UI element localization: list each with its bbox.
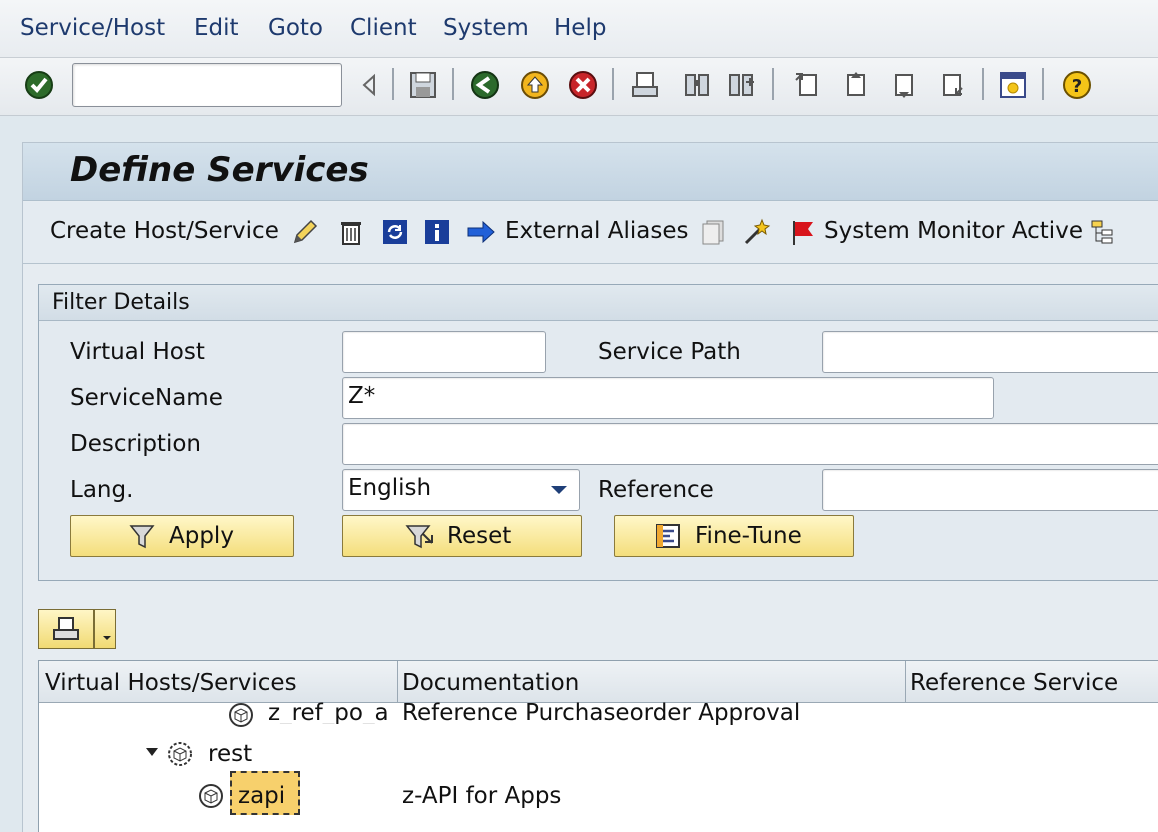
column-separator bbox=[397, 661, 398, 703]
help-icon[interactable]: ? bbox=[1060, 68, 1094, 102]
column-header-documentation[interactable]: Documentation bbox=[402, 670, 579, 696]
virtual-host-label: Virtual Host bbox=[70, 339, 205, 365]
tree-print-button[interactable] bbox=[38, 609, 94, 649]
description-field[interactable] bbox=[342, 423, 1158, 465]
column-separator bbox=[905, 661, 906, 703]
menu-help[interactable]: Help bbox=[554, 15, 606, 41]
create-host-service-button[interactable]: Create Host/Service bbox=[50, 218, 279, 244]
delete-trash-icon[interactable] bbox=[336, 217, 366, 247]
fine-tune-icon bbox=[653, 521, 683, 551]
page-title: Define Services bbox=[70, 150, 369, 190]
apply-button-label: Apply bbox=[169, 523, 234, 549]
tree-row-doc: Reference Purchaseorder Approval bbox=[402, 700, 801, 726]
folder-node-icon bbox=[166, 740, 194, 768]
menu-goto[interactable]: Goto bbox=[268, 15, 323, 41]
chevron-down-icon bbox=[551, 486, 567, 494]
previous-page-icon[interactable] bbox=[838, 68, 872, 102]
toolbar-separator bbox=[1042, 68, 1044, 100]
menu-edit[interactable]: Edit bbox=[194, 15, 239, 41]
enter-icon[interactable] bbox=[22, 68, 56, 102]
toolbar-separator bbox=[612, 68, 614, 100]
last-page-icon[interactable] bbox=[934, 68, 968, 102]
next-page-icon[interactable] bbox=[886, 68, 920, 102]
fine-tune-button[interactable]: Fine-Tune bbox=[614, 515, 854, 557]
reference-label: Reference bbox=[598, 477, 714, 503]
save-icon[interactable] bbox=[406, 68, 440, 102]
copy-icon[interactable] bbox=[698, 217, 728, 247]
tree-row-name[interactable]: z_ref_po_a bbox=[268, 700, 394, 724]
edit-pencil-icon[interactable] bbox=[290, 217, 320, 247]
arrow-right-icon[interactable] bbox=[466, 217, 496, 247]
language-select-value: English bbox=[348, 475, 432, 501]
find-icon[interactable] bbox=[680, 68, 714, 102]
layout-icon[interactable] bbox=[996, 68, 1030, 102]
back-arrow-icon[interactable] bbox=[352, 68, 386, 102]
first-page-icon[interactable] bbox=[790, 68, 824, 102]
menu-system[interactable]: System bbox=[443, 15, 529, 41]
apply-button[interactable]: Apply bbox=[70, 515, 294, 557]
description-label: Description bbox=[70, 431, 201, 457]
language-select[interactable]: English bbox=[342, 469, 580, 511]
back-icon[interactable] bbox=[468, 68, 502, 102]
menubar: Service/Host Edit Goto Client System Hel… bbox=[0, 0, 1158, 58]
reset-filter-icon bbox=[405, 521, 435, 551]
service-path-field[interactable] bbox=[822, 331, 1158, 373]
toolbar-separator bbox=[452, 68, 454, 100]
tree-row-doc: z-API for Apps bbox=[402, 783, 562, 809]
service-node-icon bbox=[197, 782, 225, 810]
service-node-icon bbox=[227, 701, 255, 729]
exit-icon[interactable] bbox=[518, 68, 552, 102]
expand-icon[interactable] bbox=[146, 748, 158, 756]
toolbar-separator bbox=[982, 68, 984, 100]
tree-row-name[interactable]: zapi bbox=[238, 783, 285, 809]
flag-icon[interactable] bbox=[788, 217, 818, 247]
reset-button-label: Reset bbox=[447, 523, 512, 549]
virtual-host-field[interactable] bbox=[342, 331, 546, 373]
filter-details-header bbox=[39, 285, 1158, 321]
fine-tune-button-label: Fine-Tune bbox=[695, 523, 802, 549]
column-header-virtual-hosts[interactable]: Virtual Hosts/Services bbox=[45, 670, 297, 696]
info-icon[interactable] bbox=[422, 217, 452, 247]
hierarchy-icon[interactable] bbox=[1088, 217, 1118, 247]
service-path-label: Service Path bbox=[598, 339, 741, 365]
refresh-icon[interactable] bbox=[380, 217, 410, 247]
tree-row-name[interactable]: rest bbox=[208, 741, 252, 767]
column-header-reference-service[interactable]: Reference Service bbox=[910, 670, 1118, 696]
system-monitor-active-button[interactable]: System Monitor Active bbox=[824, 218, 1083, 244]
menu-client[interactable]: Client bbox=[350, 15, 417, 41]
service-name-field[interactable]: Z* bbox=[342, 377, 994, 419]
svg-text:?: ? bbox=[1072, 76, 1082, 97]
external-aliases-button[interactable]: External Aliases bbox=[505, 218, 688, 244]
toolbar-separator bbox=[392, 68, 394, 100]
find-next-icon[interactable] bbox=[724, 68, 758, 102]
cancel-icon[interactable] bbox=[566, 68, 600, 102]
menu-service-host[interactable]: Service/Host bbox=[20, 15, 165, 41]
reset-button[interactable]: Reset bbox=[342, 515, 582, 557]
magic-wand-icon[interactable] bbox=[742, 217, 772, 247]
command-field[interactable] bbox=[72, 63, 342, 107]
reference-field[interactable] bbox=[822, 469, 1158, 511]
lang-label: Lang. bbox=[70, 477, 134, 503]
filter-icon bbox=[127, 521, 157, 551]
filter-details-title: Filter Details bbox=[52, 290, 190, 315]
print-icon[interactable] bbox=[628, 68, 662, 102]
toolbar-separator bbox=[772, 68, 774, 100]
print-dropdown-button[interactable] bbox=[94, 609, 116, 649]
service-name-label: ServiceName bbox=[70, 385, 223, 411]
